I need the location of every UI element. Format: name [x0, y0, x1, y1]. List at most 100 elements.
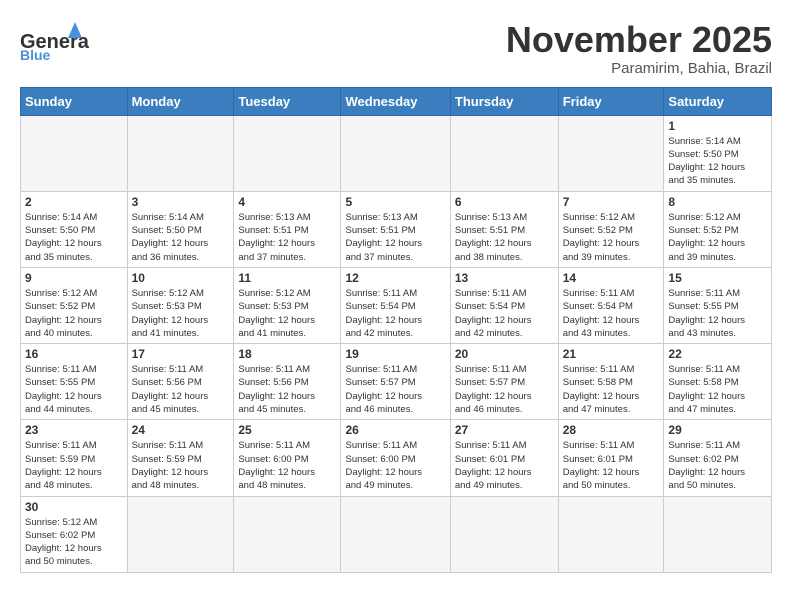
calendar-cell: 25 Sunrise: 5:11 AM Sunset: 6:00 PM Dayli…: [234, 420, 341, 496]
title-block: November 2025 Paramirim, Bahia, Brazil: [506, 20, 772, 77]
day-info: Sunrise: 5:11 AM Sunset: 6:00 PM Dayligh…: [345, 439, 445, 492]
day-number: 26: [345, 423, 445, 437]
calendar-cell: 23 Sunrise: 5:11 AM Sunset: 5:59 PM Dayli…: [21, 420, 128, 496]
calendar-week-row: 2 Sunrise: 5:14 AM Sunset: 5:50 PM Daylig…: [21, 191, 772, 267]
header-wednesday: Wednesday: [341, 87, 450, 115]
day-number: 20: [455, 347, 554, 361]
calendar-cell: 27 Sunrise: 5:11 AM Sunset: 6:01 PM Dayli…: [450, 420, 558, 496]
day-number: 25: [238, 423, 336, 437]
svg-text:Blue: Blue: [20, 47, 51, 60]
day-info: Sunrise: 5:11 AM Sunset: 6:00 PM Dayligh…: [238, 439, 336, 492]
day-info: Sunrise: 5:12 AM Sunset: 5:53 PM Dayligh…: [132, 287, 230, 340]
day-info: Sunrise: 5:12 AM Sunset: 5:52 PM Dayligh…: [25, 287, 123, 340]
calendar-cell: 21Sunrise: 5:11 AM Sunset: 5:58 PM Dayli…: [558, 344, 664, 420]
calendar-cell: 24 Sunrise: 5:11 AM Sunset: 5:59 PM Dayli…: [127, 420, 234, 496]
day-number: 24: [132, 423, 230, 437]
logo-icon: General Blue: [20, 20, 90, 60]
day-info: Sunrise: 5:11 AM Sunset: 5:54 PM Dayligh…: [563, 287, 660, 340]
day-info: Sunrise: 5:13 AM Sunset: 5:51 PM Dayligh…: [455, 211, 554, 264]
day-number: 4: [238, 195, 336, 209]
day-number: 13: [455, 271, 554, 285]
day-info: Sunrise: 5:11 AM Sunset: 5:56 PM Dayligh…: [238, 363, 336, 416]
day-number: 15: [668, 271, 767, 285]
day-info: Sunrise: 5:11 AM Sunset: 6:01 PM Dayligh…: [455, 439, 554, 492]
day-number: 1: [668, 119, 767, 133]
calendar-cell: [664, 496, 772, 572]
header-friday: Friday: [558, 87, 664, 115]
logo: General Blue: [20, 20, 90, 60]
day-info: Sunrise: 5:11 AM Sunset: 5:57 PM Dayligh…: [345, 363, 445, 416]
day-info: Sunrise: 5:14 AM Sunset: 5:50 PM Dayligh…: [668, 135, 767, 188]
header-saturday: Saturday: [664, 87, 772, 115]
calendar-week-row: 16Sunrise: 5:11 AM Sunset: 5:55 PM Dayli…: [21, 344, 772, 420]
calendar-cell: 14Sunrise: 5:11 AM Sunset: 5:54 PM Dayli…: [558, 267, 664, 343]
calendar-cell: [341, 115, 450, 191]
calendar-cell: 19 Sunrise: 5:11 AM Sunset: 5:57 PM Dayli…: [341, 344, 450, 420]
calendar-cell: 7 Sunrise: 5:12 AM Sunset: 5:52 PM Daylig…: [558, 191, 664, 267]
calendar-cell: 30 Sunrise: 5:12 AM Sunset: 6:02 PM Dayli…: [21, 496, 128, 572]
calendar-cell: [450, 115, 558, 191]
day-info: Sunrise: 5:11 AM Sunset: 5:58 PM Dayligh…: [668, 363, 767, 416]
day-number: 18: [238, 347, 336, 361]
calendar-cell: 2 Sunrise: 5:14 AM Sunset: 5:50 PM Daylig…: [21, 191, 128, 267]
calendar-cell: 18 Sunrise: 5:11 AM Sunset: 5:56 PM Dayli…: [234, 344, 341, 420]
calendar-cell: 5Sunrise: 5:13 AM Sunset: 5:51 PM Daylig…: [341, 191, 450, 267]
calendar-cell: 17Sunrise: 5:11 AM Sunset: 5:56 PM Dayli…: [127, 344, 234, 420]
calendar-cell: 4 Sunrise: 5:13 AM Sunset: 5:51 PM Daylig…: [234, 191, 341, 267]
day-number: 9: [25, 271, 123, 285]
day-number: 29: [668, 423, 767, 437]
calendar-cell: [234, 496, 341, 572]
day-info: Sunrise: 5:11 AM Sunset: 5:57 PM Dayligh…: [455, 363, 554, 416]
day-number: 2: [25, 195, 123, 209]
day-info: Sunrise: 5:11 AM Sunset: 5:54 PM Dayligh…: [345, 287, 445, 340]
day-info: Sunrise: 5:12 AM Sunset: 5:52 PM Dayligh…: [563, 211, 660, 264]
day-number: 12: [345, 271, 445, 285]
calendar-header-row: Sunday Monday Tuesday Wednesday Thursday…: [21, 87, 772, 115]
location: Paramirim, Bahia, Brazil: [506, 60, 772, 77]
calendar-cell: 20 Sunrise: 5:11 AM Sunset: 5:57 PM Dayli…: [450, 344, 558, 420]
header-monday: Monday: [127, 87, 234, 115]
day-number: 30: [25, 500, 123, 514]
day-number: 27: [455, 423, 554, 437]
day-info: Sunrise: 5:12 AM Sunset: 5:52 PM Dayligh…: [668, 211, 767, 264]
calendar-cell: 15 Sunrise: 5:11 AM Sunset: 5:55 PM Dayli…: [664, 267, 772, 343]
day-info: Sunrise: 5:12 AM Sunset: 6:02 PM Dayligh…: [25, 516, 123, 569]
calendar-cell: [127, 496, 234, 572]
calendar-cell: 1 Sunrise: 5:14 AM Sunset: 5:50 PM Daylig…: [664, 115, 772, 191]
calendar-cell: 10Sunrise: 5:12 AM Sunset: 5:53 PM Dayli…: [127, 267, 234, 343]
day-info: Sunrise: 5:11 AM Sunset: 5:55 PM Dayligh…: [25, 363, 123, 416]
calendar-cell: [341, 496, 450, 572]
calendar-cell: [234, 115, 341, 191]
day-number: 17: [132, 347, 230, 361]
day-number: 23: [25, 423, 123, 437]
calendar-table: Sunday Monday Tuesday Wednesday Thursday…: [20, 87, 772, 573]
calendar-cell: 26 Sunrise: 5:11 AM Sunset: 6:00 PM Dayli…: [341, 420, 450, 496]
day-number: 5: [345, 195, 445, 209]
day-number: 7: [563, 195, 660, 209]
calendar-cell: 16Sunrise: 5:11 AM Sunset: 5:55 PM Dayli…: [21, 344, 128, 420]
day-number: 28: [563, 423, 660, 437]
day-info: Sunrise: 5:11 AM Sunset: 5:59 PM Dayligh…: [132, 439, 230, 492]
day-info: Sunrise: 5:14 AM Sunset: 5:50 PM Dayligh…: [132, 211, 230, 264]
header-sunday: Sunday: [21, 87, 128, 115]
day-info: Sunrise: 5:11 AM Sunset: 5:54 PM Dayligh…: [455, 287, 554, 340]
day-number: 6: [455, 195, 554, 209]
day-info: Sunrise: 5:11 AM Sunset: 5:59 PM Dayligh…: [25, 439, 123, 492]
calendar-cell: 6 Sunrise: 5:13 AM Sunset: 5:51 PM Daylig…: [450, 191, 558, 267]
calendar-cell: 9 Sunrise: 5:12 AM Sunset: 5:52 PM Daylig…: [21, 267, 128, 343]
calendar-week-row: 30 Sunrise: 5:12 AM Sunset: 6:02 PM Dayli…: [21, 496, 772, 572]
day-info: Sunrise: 5:11 AM Sunset: 5:58 PM Dayligh…: [563, 363, 660, 416]
day-info: Sunrise: 5:14 AM Sunset: 5:50 PM Dayligh…: [25, 211, 123, 264]
day-number: 11: [238, 271, 336, 285]
day-info: Sunrise: 5:12 AM Sunset: 5:53 PM Dayligh…: [238, 287, 336, 340]
day-info: Sunrise: 5:11 AM Sunset: 6:02 PM Dayligh…: [668, 439, 767, 492]
calendar-cell: [21, 115, 128, 191]
calendar-week-row: 9 Sunrise: 5:12 AM Sunset: 5:52 PM Daylig…: [21, 267, 772, 343]
calendar-week-row: 23 Sunrise: 5:11 AM Sunset: 5:59 PM Dayli…: [21, 420, 772, 496]
calendar-cell: [127, 115, 234, 191]
day-number: 22: [668, 347, 767, 361]
day-info: Sunrise: 5:11 AM Sunset: 5:55 PM Dayligh…: [668, 287, 767, 340]
day-number: 19: [345, 347, 445, 361]
day-number: 8: [668, 195, 767, 209]
day-info: Sunrise: 5:13 AM Sunset: 5:51 PM Dayligh…: [238, 211, 336, 264]
